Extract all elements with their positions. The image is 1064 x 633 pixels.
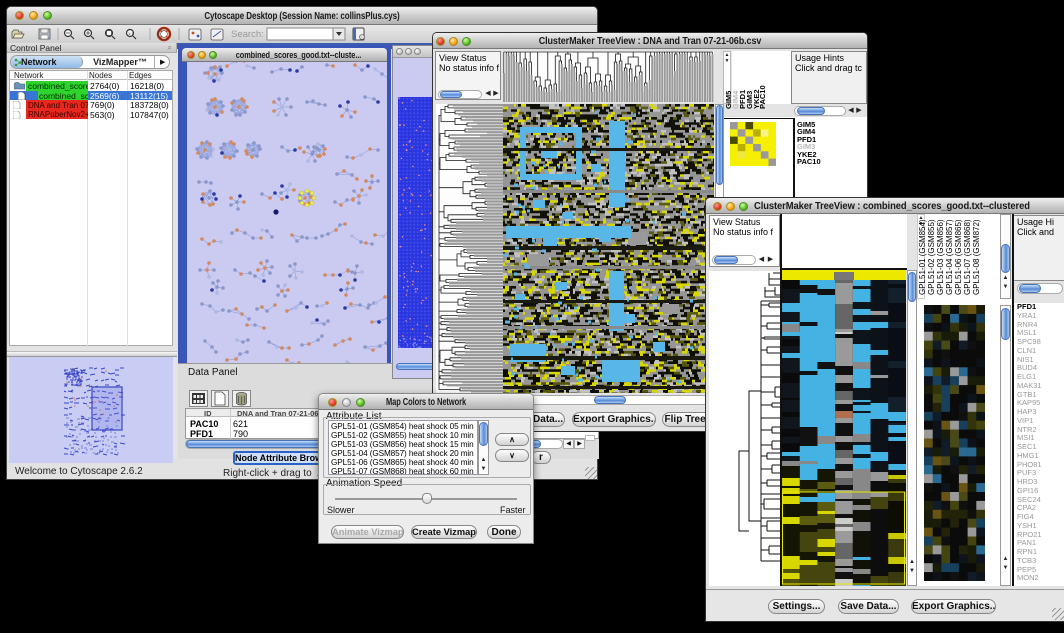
svg-text:1:1: 1:1 [128, 31, 134, 36]
svg-text:Search:: Search: [231, 29, 264, 40]
